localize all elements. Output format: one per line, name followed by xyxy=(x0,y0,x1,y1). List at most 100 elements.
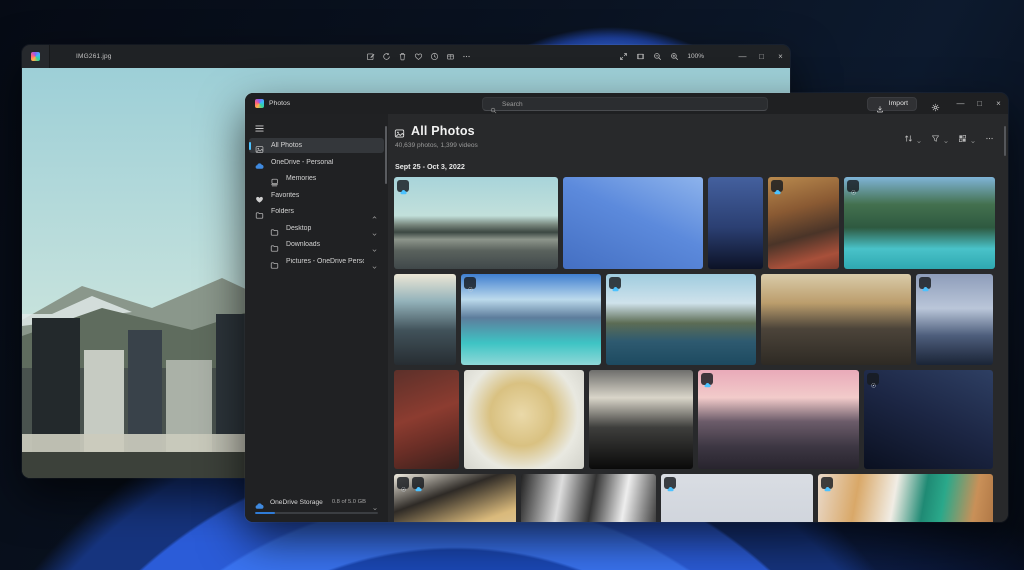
settings-button[interactable] xyxy=(927,99,943,108)
layout-icon xyxy=(958,130,967,139)
onedrive-storage-panel[interactable]: OneDrive Storage 0.8 of 5.0 GB xyxy=(245,498,388,515)
motion-icon xyxy=(467,280,474,287)
all-photos-icon xyxy=(394,126,405,137)
photo-thumbnail-dusk-harbor-sky[interactable] xyxy=(916,274,993,365)
motion-badge xyxy=(397,477,409,489)
cloud-icon xyxy=(400,183,407,190)
photo-thumbnail-bw-ocean-waves[interactable] xyxy=(521,474,656,522)
sort-button[interactable] xyxy=(904,130,922,139)
sidebar-item-downloads[interactable]: Downloads xyxy=(249,237,384,252)
cloud-icon xyxy=(824,480,831,487)
viewer-toolbar xyxy=(366,45,471,68)
maximize-button[interactable]: □ xyxy=(970,93,989,114)
viewer-filename: IMG261.jpg xyxy=(76,53,112,60)
cloud-icon xyxy=(255,158,264,167)
cloud-badge xyxy=(412,477,424,489)
photo-thumbnail-bridge-turquoise-lake[interactable] xyxy=(844,177,995,269)
viewer-window-controls: — □ × xyxy=(733,45,790,68)
slideshow-button[interactable] xyxy=(430,52,439,61)
sidebar-items: All Photos OneDrive - Personal Memories … xyxy=(245,138,388,269)
sidebar: All Photos OneDrive - Personal Memories … xyxy=(245,114,388,522)
maximize-button[interactable]: □ xyxy=(752,45,771,68)
sidebar-item-onedrive-personal[interactable]: OneDrive - Personal xyxy=(249,155,384,170)
cloud-icon xyxy=(667,480,674,487)
more-button[interactable] xyxy=(462,52,471,61)
chevron-down-icon xyxy=(371,241,378,248)
motion-icon xyxy=(870,376,877,383)
visual-search-button[interactable] xyxy=(446,52,455,61)
photo-thumbnail-bicycle-fence-sunset[interactable] xyxy=(761,274,911,365)
cloud-badge xyxy=(919,277,931,289)
photo-thumbnail-ramen-bowl-egg[interactable] xyxy=(394,474,516,522)
import-button[interactable]: Import xyxy=(867,97,917,111)
photo-thumbnail-red-chopsticks-bowl[interactable] xyxy=(394,370,459,469)
search-input[interactable]: Search xyxy=(482,97,768,111)
minimize-button[interactable]: — xyxy=(733,45,752,68)
sidebar-item-label: Downloads xyxy=(286,241,320,248)
photos-app-icon xyxy=(31,52,40,61)
zoom-in-button[interactable] xyxy=(670,52,679,61)
photo-thumbnail-storm-rain-clouds[interactable] xyxy=(589,370,693,469)
storage-progress-bar xyxy=(255,512,378,515)
photo-thumbnail-swing-ride-tower[interactable] xyxy=(563,177,703,269)
cloud-icon xyxy=(774,183,781,190)
cloud-icon xyxy=(704,376,711,383)
photos-titlebar[interactable]: Photos Search Import — □ × xyxy=(245,93,1008,114)
photo-thumbnail-turquoise-mountain-lake[interactable] xyxy=(461,274,601,365)
storage-label: OneDrive Storage xyxy=(270,499,323,506)
favorite-button[interactable] xyxy=(414,52,423,61)
motion-badge xyxy=(847,180,859,192)
photo-thumbnail-night-sky-clouds[interactable] xyxy=(708,177,763,269)
photo-thumbnail-lake-with-hills[interactable] xyxy=(606,274,756,365)
heart-icon xyxy=(255,191,264,200)
filmstrip-button[interactable] xyxy=(636,52,645,61)
viewer-titlebar[interactable]: IMG261.jpg 100% — □ × xyxy=(22,45,790,68)
main-scrollbar[interactable] xyxy=(1004,126,1006,156)
sidebar-item-pictures-onedrive[interactable]: Pictures - OneDrive Personal xyxy=(249,254,384,269)
gallery-toolbar xyxy=(904,130,994,139)
photo-thumbnail-pizza-and-latte[interactable] xyxy=(818,474,993,522)
sidebar-item-memories[interactable]: Memories xyxy=(249,171,384,186)
sidebar-item-desktop[interactable]: Desktop xyxy=(249,221,384,236)
sidebar-item-all-photos[interactable]: All Photos xyxy=(249,138,384,153)
sidebar-item-label: Pictures - OneDrive Personal xyxy=(286,258,364,265)
viewer-app-tab[interactable] xyxy=(22,45,50,68)
layout-button[interactable] xyxy=(958,130,976,139)
gear-icon xyxy=(931,99,940,108)
main-content: All Photos 40,639 photos, 1,399 videos S… xyxy=(388,114,1008,522)
cloud-icon xyxy=(415,480,422,487)
edit-button[interactable] xyxy=(366,52,375,61)
filter-button[interactable] xyxy=(931,130,949,139)
search-icon xyxy=(490,101,497,108)
rotate-button[interactable] xyxy=(382,52,391,61)
fullscreen-button[interactable] xyxy=(619,52,628,61)
close-button[interactable]: × xyxy=(989,93,1008,114)
chevron-down-icon xyxy=(371,258,378,265)
import-icon xyxy=(876,100,884,108)
more-button[interactable] xyxy=(985,130,994,139)
sidebar-item-favorites[interactable]: Favorites xyxy=(249,188,384,203)
hamburger-icon xyxy=(254,121,265,132)
photo-thumbnail-overcast-white-sky[interactable] xyxy=(661,474,813,522)
photo-thumbnail-food-bowls[interactable] xyxy=(768,177,839,269)
photo-thumbnail-shrimp-pasta-plate[interactable] xyxy=(464,370,584,469)
photo-thumbnail-seattle-skyline-sunset[interactable] xyxy=(698,370,859,469)
cloud-badge xyxy=(771,180,783,192)
minimize-button[interactable]: — xyxy=(951,93,970,114)
photo-thumbnail-sunlit-beach-shore[interactable] xyxy=(394,274,456,365)
photos-gallery-window[interactable]: Photos Search Import — □ × xyxy=(245,93,1008,522)
zoom-out-button[interactable] xyxy=(653,52,662,61)
navigation-menu-button[interactable] xyxy=(254,121,265,132)
date-group-header[interactable]: Sept 25 - Oct 3, 2022 xyxy=(395,162,994,171)
sidebar-item-folders[interactable]: Folders xyxy=(249,204,384,219)
cloud-icon xyxy=(255,498,264,507)
close-button[interactable]: × xyxy=(771,45,790,68)
sidebar-item-label: All Photos xyxy=(271,142,302,149)
photo-thumbnail-starry-sky-trees[interactable] xyxy=(864,370,993,469)
delete-button[interactable] xyxy=(398,52,407,61)
photo-thumbnail-vancouver-city-skyline[interactable] xyxy=(394,177,558,269)
sidebar-scrollbar[interactable] xyxy=(385,126,387,184)
viewer-zoom-toolbar: 100% xyxy=(619,45,704,68)
sidebar-item-label: OneDrive - Personal xyxy=(271,159,333,166)
selection-indicator xyxy=(249,142,251,150)
